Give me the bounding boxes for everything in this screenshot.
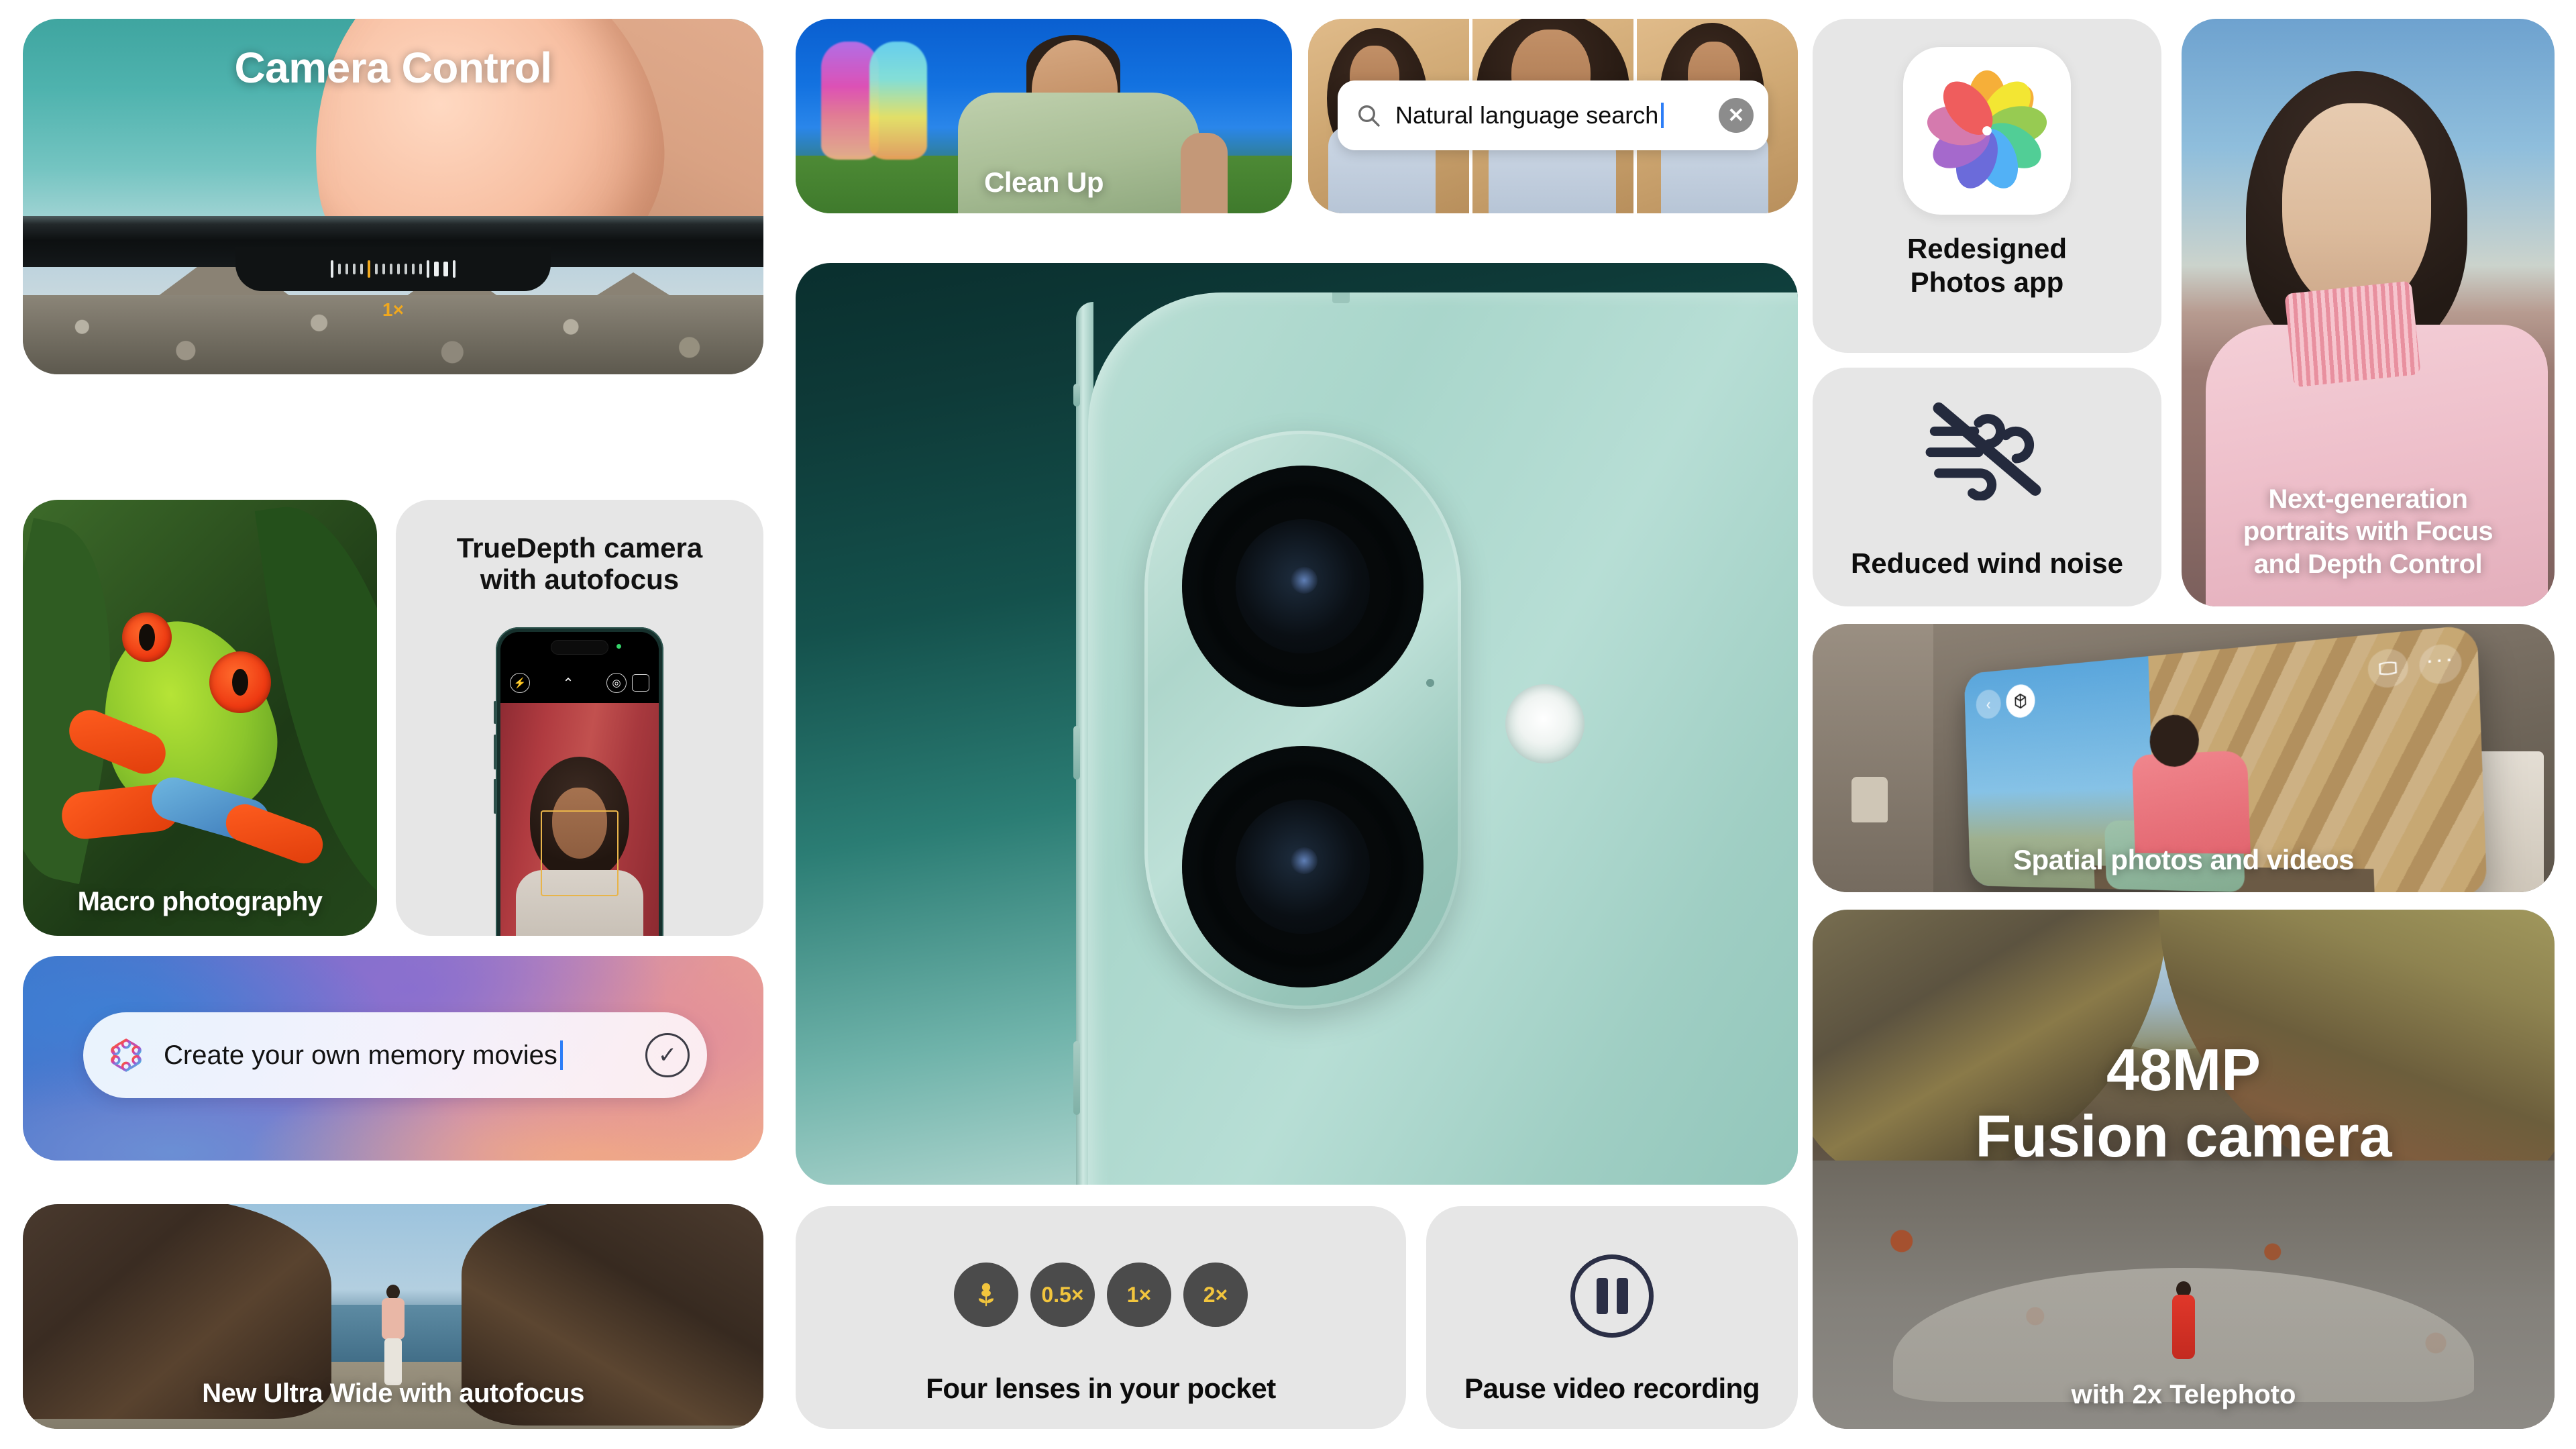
wind-noise-off-icon (1925, 402, 2041, 500)
camera-control-slider[interactable] (235, 247, 551, 291)
volume-down-button[interactable] (494, 779, 496, 814)
zoom-level-label: 1× (382, 299, 404, 320)
memory-movie-value: Create your own memory movies (164, 1040, 557, 1070)
tile-spatial-photos[interactable]: ‹ ··· Spatial photos and videos (1813, 624, 2555, 892)
antenna-band (1332, 292, 1350, 303)
truedepth-title-line2: with autofocus (480, 564, 680, 596)
lamp (1851, 777, 1888, 822)
tile-ultra-wide[interactable]: New Ultra Wide with autofocus (23, 1204, 763, 1429)
cube-glyph (2012, 692, 2028, 710)
camera-chrome-top: ⚡ ⌃ ◎ (500, 632, 659, 703)
pause-caption: Pause video recording (1464, 1373, 1760, 1404)
spatial-caption: Spatial photos and videos (2013, 844, 2354, 875)
tile-next-gen-portraits[interactable]: Next-generation portraits with Focus and… (2182, 19, 2555, 606)
feature-grid-board: 1× Camera Control Macro photography True… (0, 0, 2576, 1449)
text-caret (1661, 103, 1664, 128)
tile-iphone-camera-hero[interactable] (796, 263, 1798, 1185)
tile-reduced-wind-noise[interactable]: Reduced wind noise (1813, 368, 2161, 606)
tile-natural-language-search[interactable]: Natural language search ✕ (1308, 19, 1798, 213)
text-caret (559, 1040, 563, 1070)
search-text: Natural language search (1395, 101, 1705, 129)
ultrawide-caption: New Ultra Wide with autofocus (202, 1379, 584, 1408)
grid-icon[interactable] (632, 674, 649, 692)
action-button[interactable] (1073, 384, 1080, 407)
subject-collar (2284, 280, 2421, 388)
tile-four-lenses[interactable]: 0.5× 1× 2× Four lenses in your pocket (796, 1206, 1406, 1429)
lenses-caption: Four lenses in your pocket (926, 1373, 1276, 1404)
fusion-title: 48MP Fusion camera (1813, 1036, 2555, 1169)
search-value: Natural language search (1395, 101, 1659, 129)
person-in-red (2171, 1281, 2196, 1359)
clear-x-icon[interactable]: ✕ (1719, 98, 1754, 133)
tile-pause-recording[interactable]: Pause video recording (1426, 1206, 1798, 1429)
zoom-ticks (331, 260, 455, 278)
camera-control-button[interactable] (1073, 1041, 1080, 1115)
photographic-styles-icon[interactable]: ◎ (606, 673, 627, 693)
photos-app-caption-line2: Photos app (1910, 266, 2064, 298)
tile-macro-photography[interactable]: Macro photography (23, 500, 377, 936)
macro-caption: Macro photography (77, 887, 323, 916)
portrait-caption: Next-generation portraits with Focus and… (2182, 483, 2555, 581)
wide-lens-button[interactable]: 1× (1107, 1263, 1171, 1327)
flower-icon (978, 1283, 994, 1307)
tile-fusion-camera[interactable]: 48MP Fusion camera with 2x Telephoto (1813, 910, 2555, 1429)
tile-memory-movies[interactable]: Create your own memory movies ✓ (23, 956, 763, 1161)
ultrawide-camera-lens (1182, 746, 1424, 987)
dynamic-island (551, 640, 608, 655)
volume-button[interactable] (494, 701, 496, 724)
selfie-preview (500, 703, 659, 936)
pause-circle-icon[interactable] (1570, 1254, 1654, 1338)
ultrawide-lens-button[interactable]: 0.5× (1030, 1263, 1095, 1327)
subject-torso (2132, 750, 2251, 854)
macro-lens-button[interactable] (954, 1263, 1018, 1327)
photos-app-caption-line1: Redesigned (1907, 233, 2068, 264)
truedepth-title: TrueDepth camera with autofocus (409, 532, 750, 595)
frog-eye (209, 651, 271, 713)
camera-active-indicator (616, 644, 621, 649)
wind-caption: Reduced wind noise (1850, 547, 2124, 579)
microphone (1426, 679, 1434, 687)
tile-clean-up[interactable]: Clean Up (796, 19, 1292, 213)
frog-eye (122, 612, 172, 662)
person-figure (382, 1285, 405, 1385)
tile-photos-app[interactable]: Redesigned Photos app (1813, 19, 2161, 353)
photos-flower-glyph (1927, 70, 2047, 189)
volume-up-button[interactable] (494, 735, 496, 769)
checkmark-circle-icon[interactable]: ✓ (645, 1033, 690, 1077)
camera-control-title: Camera Control (234, 44, 552, 92)
wide-camera-lens (1182, 466, 1424, 707)
truedepth-title-line1: TrueDepth camera (456, 532, 703, 564)
portrait-caption-line3: and Depth Control (2253, 549, 2483, 580)
fusion-title-line1: 48MP (2106, 1036, 2261, 1103)
apple-intelligence-icon (111, 1038, 142, 1072)
flash-module (1505, 684, 1585, 763)
search-icon (1358, 105, 1380, 127)
subject-face (2282, 103, 2431, 311)
tile-camera-control[interactable]: 1× Camera Control (23, 19, 763, 374)
fusion-title-line2: Fusion camera (1975, 1102, 2392, 1169)
search-input[interactable]: Natural language search ✕ (1338, 80, 1768, 150)
photos-app-caption: Redesigned Photos app (1825, 232, 2149, 299)
portrait-caption-line2: portraits with Focus (2243, 517, 2493, 547)
telephoto-lens-button[interactable]: 2× (1183, 1263, 1248, 1327)
memory-movie-text: Create your own memory movies (164, 1040, 628, 1071)
removed-people-glow (821, 39, 935, 160)
cleanup-caption: Clean Up (983, 166, 1104, 198)
flash-icon[interactable]: ⚡ (510, 673, 530, 693)
volume-button[interactable] (1073, 726, 1080, 780)
chevron-up-icon[interactable]: ⌃ (530, 675, 606, 692)
tile-truedepth-camera[interactable]: TrueDepth camera with autofocus ⚡ ⌃ ◎ (396, 500, 763, 936)
lens-selector[interactable]: 0.5× 1× 2× (796, 1263, 1406, 1327)
phone-screen: ⚡ ⌃ ◎ (500, 632, 659, 936)
photos-app-icon[interactable] (1903, 47, 2071, 215)
face-focus-box (541, 810, 619, 896)
iphone-mockup: ⚡ ⌃ ◎ (494, 627, 663, 936)
memory-movie-input[interactable]: Create your own memory movies ✓ (83, 1012, 707, 1098)
portrait-caption-line1: Next-generation (2268, 484, 2469, 514)
fusion-subtitle: with 2x Telephoto (2071, 1380, 2296, 1409)
camera-control-row: ⚡ ⌃ ◎ (500, 669, 659, 696)
panorama-glyph (2377, 658, 2398, 679)
